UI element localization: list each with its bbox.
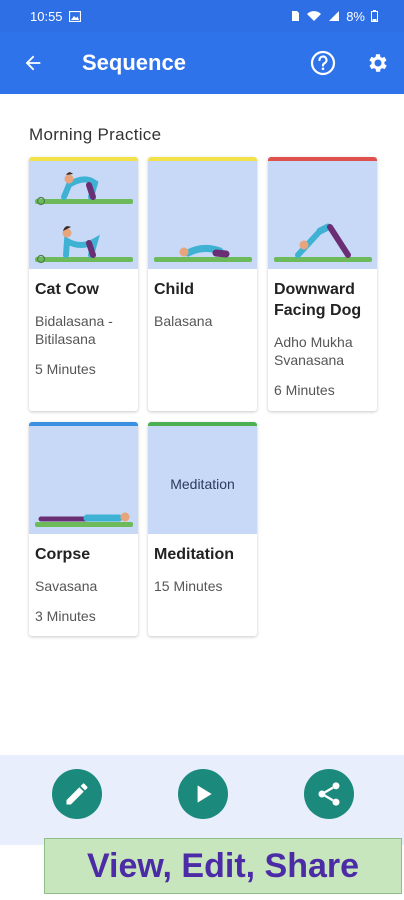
- status-bar: 10:55 8%: [0, 0, 404, 32]
- pose-card-meditation[interactable]: Meditation Meditation 15 Minutes: [148, 422, 257, 636]
- page-title: Sequence: [82, 50, 186, 75]
- battery-percent: 8%: [346, 8, 365, 24]
- play-button[interactable]: [178, 769, 228, 819]
- battery-icon: [371, 10, 378, 22]
- pose-card-downward-dog[interactable]: Downward Facing Dog Adho Mukha Svanasana…: [268, 157, 377, 411]
- pose-name: Corpse: [35, 546, 91, 563]
- help-icon: [310, 50, 336, 76]
- pose-name: Child: [154, 281, 194, 298]
- downward-dog-figure-icon: [274, 223, 372, 262]
- pose-thumbnail: [148, 161, 257, 269]
- pose-thumbnail: [268, 161, 377, 269]
- thumbnail-label: Meditation: [170, 476, 235, 492]
- signal-icon: [328, 10, 340, 22]
- arrow-back-icon: [25, 55, 41, 71]
- app-bar: Sequence: [0, 32, 404, 94]
- help-button[interactable]: [308, 48, 338, 78]
- sequence-name: Morning Practice: [29, 125, 162, 144]
- status-time: 10:55: [30, 8, 63, 24]
- pose-duration: 15 Minutes: [154, 578, 223, 594]
- promo-banner: View, Edit, Share: [44, 838, 402, 894]
- share-button[interactable]: [304, 769, 354, 819]
- pose-sanskrit: Bidalasana - Bitilasana: [35, 313, 113, 347]
- pose-card-corpse[interactable]: Corpse Savasana 3 Minutes: [29, 422, 138, 636]
- pose-name: Meditation: [154, 546, 234, 563]
- pencil-icon: [66, 783, 88, 805]
- pose-card-child[interactable]: Child Balasana: [148, 157, 257, 411]
- banner-text: View, Edit, Share: [86, 846, 360, 885]
- pose-name: Cat Cow: [35, 281, 99, 298]
- pose-duration: 6 Minutes: [274, 382, 335, 398]
- pose-thumbnail: [29, 161, 138, 269]
- edit-button[interactable]: [52, 769, 102, 819]
- back-button[interactable]: [18, 48, 48, 78]
- pose-duration: 5 Minutes: [35, 361, 96, 377]
- image-notification-icon: [68, 10, 81, 22]
- share-icon: [318, 782, 340, 806]
- corpse-pose-figure-icon: [35, 512, 133, 527]
- gear-icon: [369, 54, 387, 72]
- action-bar: [0, 755, 404, 845]
- pose-thumbnail: [29, 426, 138, 534]
- pose-sanskrit: Balasana: [154, 313, 213, 329]
- cat-cow-figure-icon: [35, 172, 133, 264]
- pose-name: Downward Facing Dog: [274, 281, 362, 319]
- bottom-spacer: [0, 845, 44, 900]
- wifi-icon: [306, 10, 322, 22]
- pose-thumbnail: Meditation: [148, 426, 257, 534]
- pose-duration: 3 Minutes: [35, 608, 96, 624]
- pose-sanskrit: Savasana: [35, 578, 98, 594]
- child-pose-figure-icon: [154, 244, 252, 262]
- settings-button[interactable]: [362, 48, 392, 78]
- play-icon: [197, 785, 212, 803]
- pose-card-cat-cow[interactable]: Cat Cow Bidalasana - Bitilasana 5 Minute…: [29, 157, 138, 411]
- sim-icon: [291, 10, 300, 22]
- pose-sanskrit: Adho Mukha Svanasana: [274, 334, 353, 368]
